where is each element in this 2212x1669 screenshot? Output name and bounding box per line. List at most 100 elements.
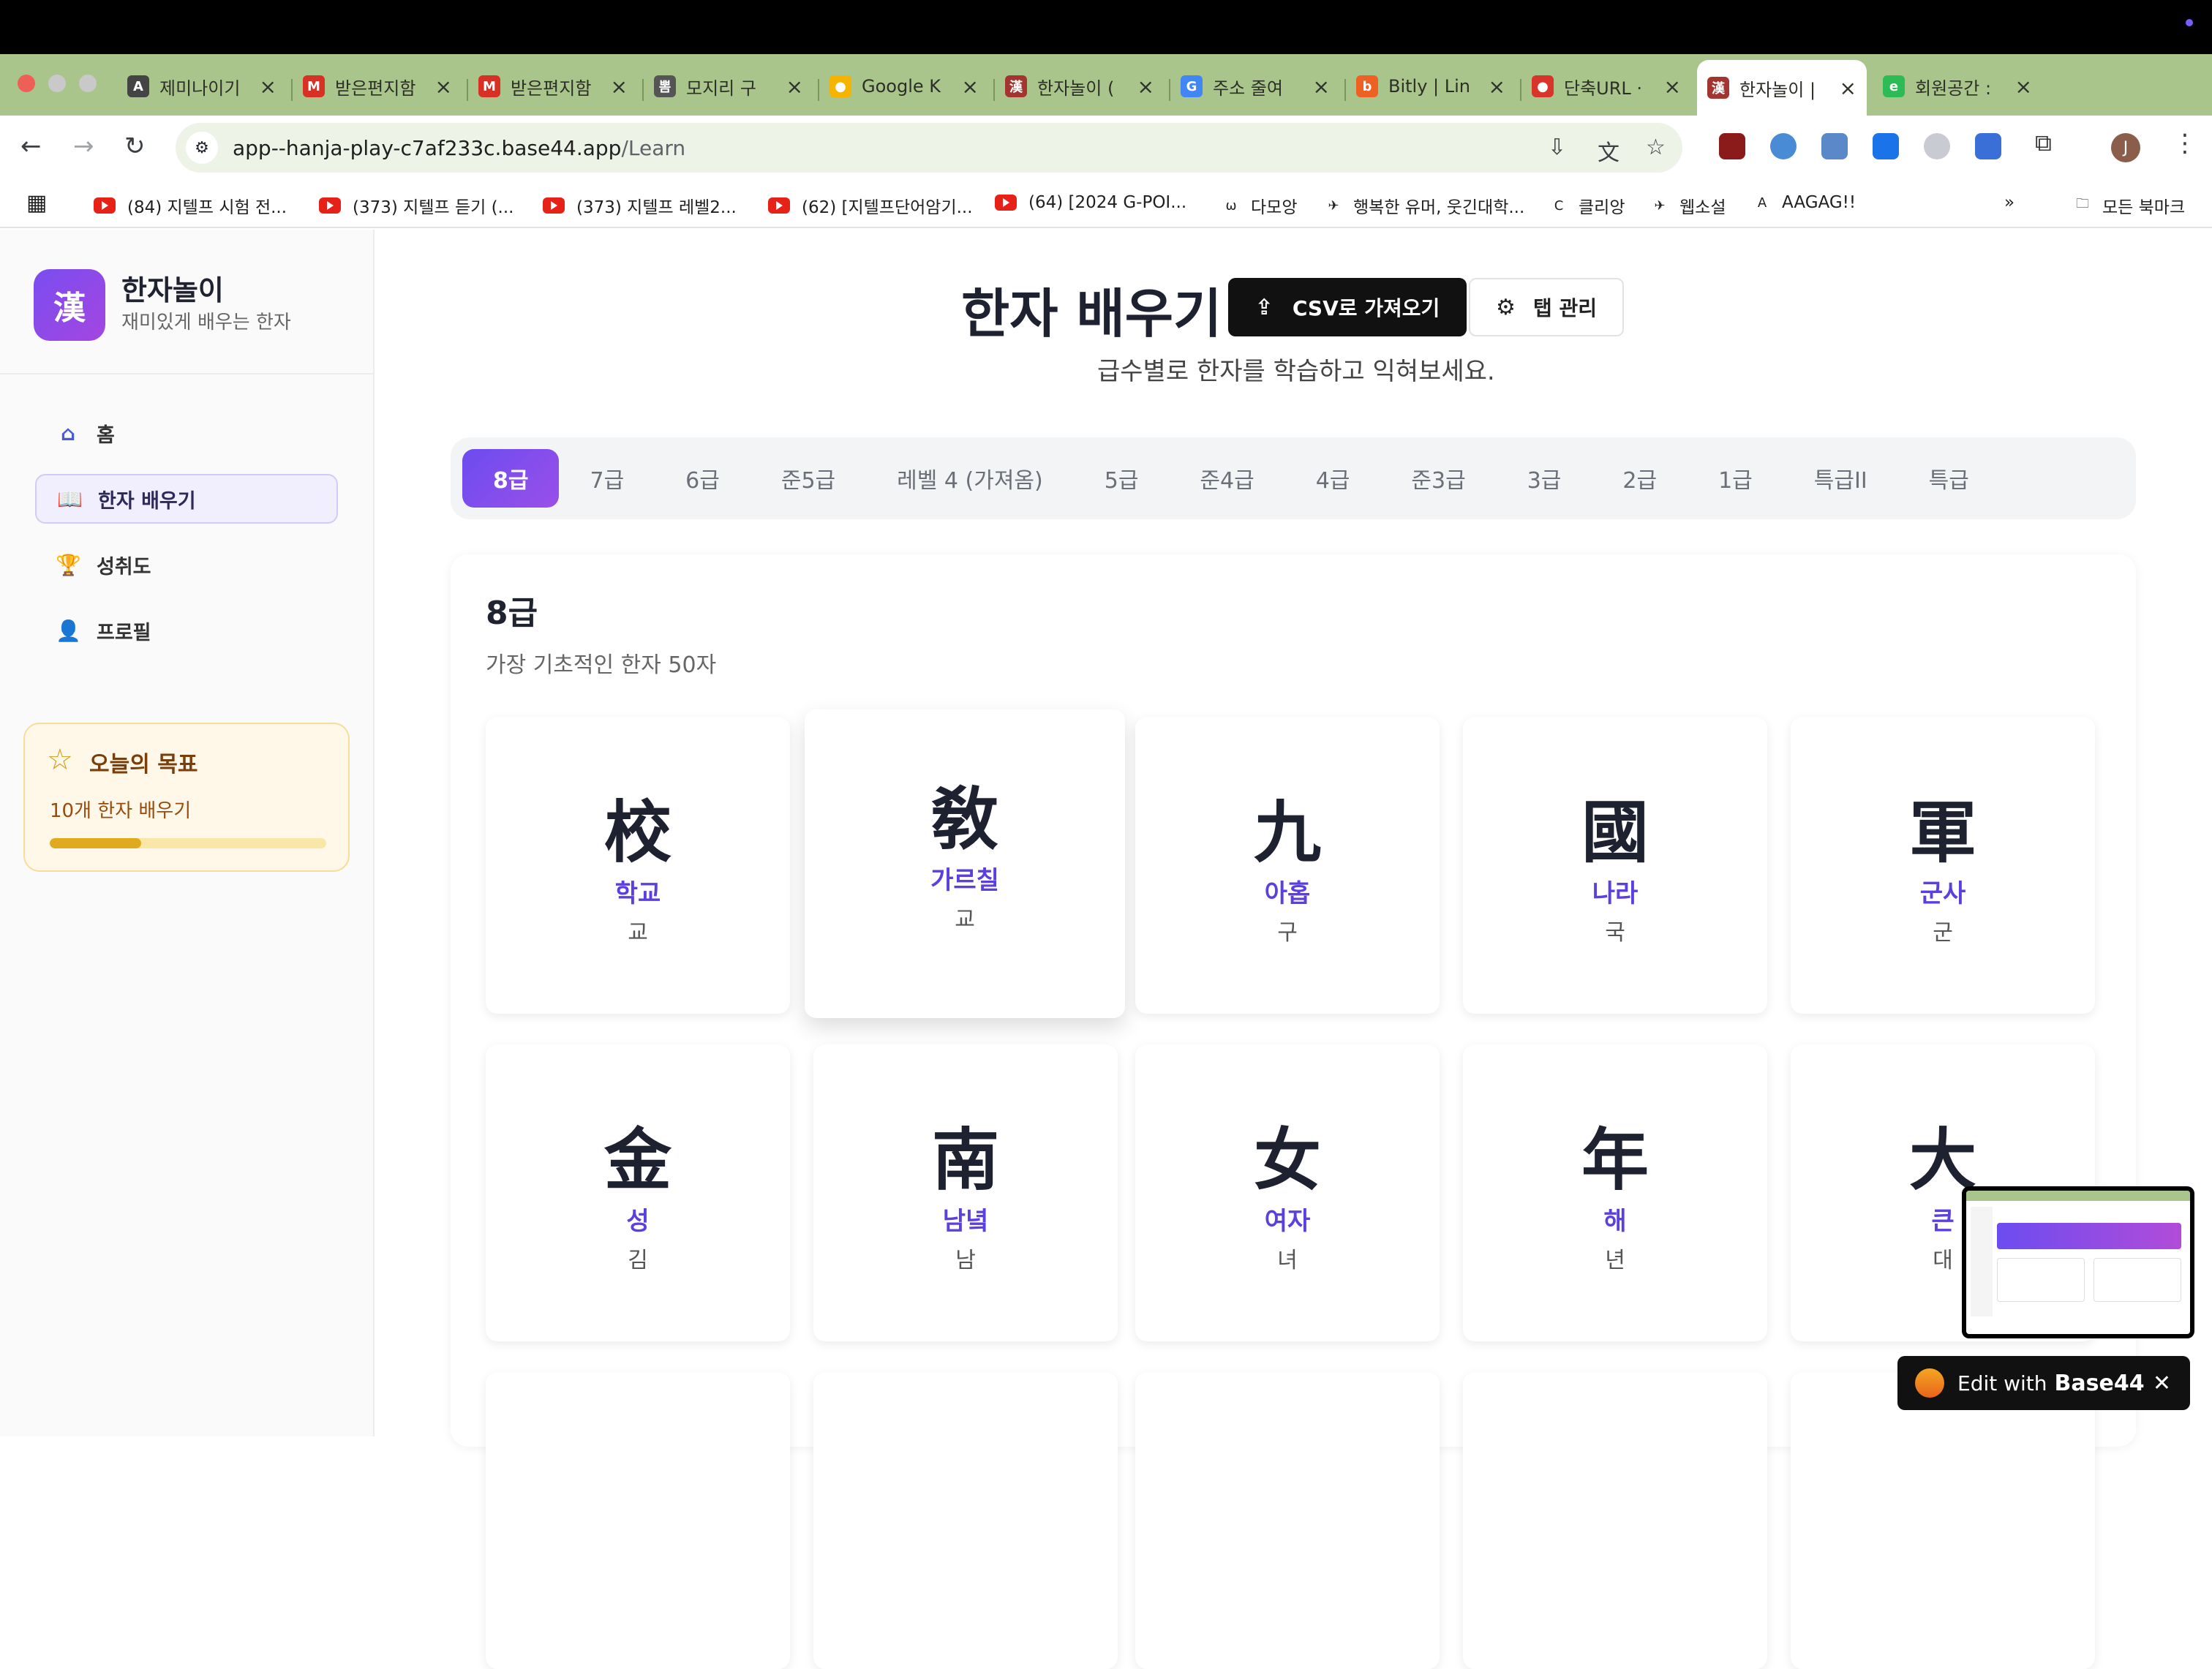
bookmark-item[interactable]: ✈ 행복한 유머, 웃긴대학... <box>1324 193 1524 218</box>
close-tab-icon[interactable]: × <box>1137 75 1154 99</box>
install-app-icon[interactable]: ⇩ <box>1548 135 1566 160</box>
browser-tab[interactable]: e 회원공간 : × <box>1873 63 2042 110</box>
browser-tab[interactable]: 漢 한자놀이 (× <box>995 63 1165 110</box>
level-tab[interactable]: 8급 <box>462 449 560 508</box>
close-icon[interactable]: ✕ <box>2153 1371 2171 1396</box>
bookmark-item[interactable]: (373) 지텔프 레벨2... <box>543 193 737 218</box>
site-settings-icon[interactable]: ⚙ <box>186 132 218 164</box>
level-description: 가장 기초적인 한자 50자 <box>486 652 717 678</box>
hanja-card[interactable]: 九 아홉 구 <box>1135 717 1440 1014</box>
browser-tab[interactable]: ● Google K × <box>819 63 989 110</box>
bookmark-item[interactable]: A AAGAG!! <box>1753 193 1856 212</box>
level-tab[interactable]: 준3급 <box>1380 449 1496 508</box>
close-tab-icon[interactable]: × <box>611 75 628 99</box>
minimize-window-button[interactable] <box>48 75 66 92</box>
level-tab[interactable]: 2급 <box>1592 449 1688 508</box>
level-tab[interactable]: 4급 <box>1285 449 1381 508</box>
bookmark-item[interactable]: (84) 지텔프 시험 전... <box>94 193 287 218</box>
favicon-icon: A <box>127 75 149 97</box>
sidebar-item-learn[interactable]: 📖 한자 배우기 <box>35 474 338 524</box>
bookmark-item[interactable]: (373) 지텔프 듣기 (... <box>319 193 514 218</box>
manage-tabs-button[interactable]: ⚙ 탭 관리 <box>1469 278 1624 336</box>
back-button[interactable]: ← <box>20 132 42 161</box>
forward-button[interactable]: → <box>73 132 94 161</box>
bookmark-label: (373) 지텔프 레벨2... <box>576 198 737 217</box>
hanja-card[interactable] <box>1463 1372 1767 1669</box>
sidebar-item-home[interactable]: ⌂ 홈 <box>35 408 338 458</box>
sidebar-item-achievements[interactable]: 🏆 성취도 <box>35 540 338 589</box>
browser-tab[interactable]: M 받은편지함 × <box>468 63 638 110</box>
hanja-card[interactable] <box>486 1372 790 1669</box>
close-tab-icon[interactable]: × <box>1840 76 1856 100</box>
app-logo[interactable]: 漢 <box>34 269 105 341</box>
browser-tab[interactable]: b Bitly | Lin × <box>1346 63 1516 110</box>
more-bookmarks-button[interactable]: » <box>2004 193 2014 212</box>
extension-icon[interactable] <box>1770 133 1797 159</box>
level-tab[interactable]: 3급 <box>1497 449 1592 508</box>
hanja-card[interactable]: 金성김 <box>486 1044 790 1341</box>
hanja-card[interactable] <box>813 1372 1118 1669</box>
close-tab-icon[interactable]: × <box>1313 75 1330 99</box>
level-tab[interactable]: 레벨 4 (가져옴) <box>866 449 1074 508</box>
reload-button[interactable]: ↻ <box>124 132 146 161</box>
level-tab[interactable]: 7급 <box>559 449 655 508</box>
level-tab[interactable]: 준5급 <box>750 449 866 508</box>
hanja-card[interactable]: 年해년 <box>1463 1044 1767 1341</box>
extension-icon[interactable] <box>1924 133 1950 159</box>
hanja-card[interactable] <box>1791 1372 2095 1669</box>
browser-tab[interactable]: M 받은편지함 × <box>293 63 462 110</box>
bookmark-item[interactable]: (62) [지텔프단어암기... <box>768 193 973 218</box>
screen-preview-thumbnail[interactable] <box>1962 1186 2194 1338</box>
url-text[interactable]: app--hanja-play-c7af233c.base44.app/Lear… <box>233 136 685 160</box>
close-tab-icon[interactable]: × <box>260 75 276 99</box>
bookmark-star-icon[interactable]: ☆ <box>1646 135 1666 160</box>
apps-grid-icon[interactable]: ▦ <box>26 190 47 216</box>
level-tab[interactable]: 6급 <box>655 449 750 508</box>
level-tab[interactable]: 특급 <box>1898 449 2000 508</box>
close-window-button[interactable] <box>18 75 35 92</box>
browser-tab[interactable]: G 주소 줄여 × <box>1170 63 1340 110</box>
hanja-card[interactable]: 敎 가르칠 교 <box>805 709 1125 1018</box>
translate-icon[interactable]: 文 <box>1598 135 1620 167</box>
bookmark-item[interactable]: C 클리앙 <box>1549 193 1625 218</box>
hanja-card[interactable] <box>1135 1372 1440 1669</box>
hanja-card[interactable]: 校 학교 교 <box>486 717 790 1014</box>
ublock-extension-icon[interactable] <box>1719 133 1745 159</box>
bookmark-item[interactable]: (64) [2024 G-POI... <box>995 193 1186 212</box>
puzzle-icon[interactable]: ⧉ <box>2035 129 2061 157</box>
browser-tab[interactable]: ● 단축URL · × <box>1521 63 1691 110</box>
close-tab-icon[interactable]: × <box>1664 75 1681 99</box>
bookmark-item[interactable]: ω 다모앙 <box>1222 193 1297 218</box>
level-tab[interactable]: 특급II <box>1783 449 1898 508</box>
zoom-window-button[interactable] <box>79 75 97 92</box>
hanja-card[interactable]: 南 남녘 남 <box>813 1044 1118 1341</box>
browser-tab[interactable]: 뽐 모지리 구 × <box>644 63 813 110</box>
close-tab-icon[interactable]: × <box>1489 75 1505 99</box>
download-extension-icon[interactable] <box>1873 133 1899 159</box>
close-tab-icon[interactable]: × <box>962 75 979 99</box>
hanja-card[interactable]: 軍 군사 군 <box>1791 717 2095 1014</box>
sidebar-item-profile[interactable]: 👤 프로필 <box>35 606 338 655</box>
level-tab[interactable]: 준4급 <box>1169 449 1284 508</box>
all-bookmarks-button[interactable]: 🗀 모든 북마크 <box>2073 193 2185 218</box>
hanja-card[interactable]: 國 나라 국 <box>1463 717 1767 1014</box>
pdf-extension-icon[interactable] <box>1821 133 1848 159</box>
hanja-card[interactable]: 女 여자 녀 <box>1135 1044 1440 1341</box>
bookmark-label: AAGAG!! <box>1782 193 1856 212</box>
level-tab[interactable]: 1급 <box>1688 449 1783 508</box>
level-tab[interactable]: 5급 <box>1074 449 1170 508</box>
close-tab-icon[interactable]: × <box>435 75 452 99</box>
browser-tab[interactable]: A 제미나이기 × <box>117 63 287 110</box>
hanja-sound: 남 <box>955 1248 976 1273</box>
close-tab-icon[interactable]: × <box>786 75 803 99</box>
bookmark-item[interactable]: ✈ 웹소설 <box>1650 193 1726 218</box>
close-tab-icon[interactable]: × <box>2015 75 2032 99</box>
address-bar[interactable]: ⚙ app--hanja-play-c7af233c.base44.app/Le… <box>176 123 1682 173</box>
edit-with-base44-button[interactable]: Edit with Base44 ✕ <box>1897 1356 2190 1410</box>
profile-avatar[interactable]: J <box>2111 133 2140 162</box>
main-content: 한자 배우기 ⇪ CSV로 가져오기 ⚙ 탭 관리 급수별로 한자를 학습하고 익혀… <box>375 230 2212 1669</box>
extension-icon[interactable] <box>1975 133 2001 159</box>
import-csv-button[interactable]: ⇪ CSV로 가져오기 <box>1228 278 1467 336</box>
browser-tab[interactable]: 漢 한자놀이 | × <box>1697 60 1867 116</box>
menu-kebab-icon[interactable]: ⋮ <box>2172 129 2197 158</box>
